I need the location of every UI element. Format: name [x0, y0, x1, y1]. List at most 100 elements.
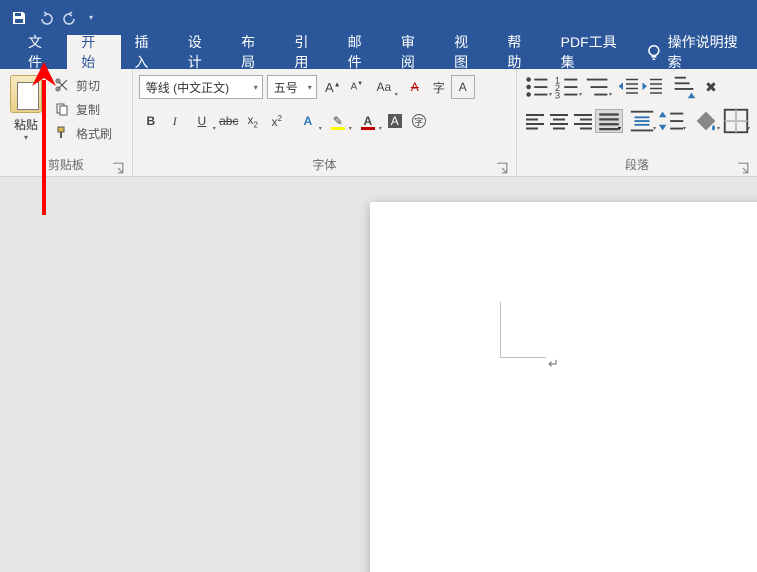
align-center-icon	[547, 109, 571, 133]
char-shading-button[interactable]: A	[383, 109, 407, 133]
font-group-label: 字体	[312, 158, 336, 172]
shrink-font-icon: A▼	[350, 81, 363, 92]
document-canvas[interactable]: ↵	[0, 177, 757, 572]
change-case-button[interactable]: Aa▾	[369, 75, 399, 99]
numbering-button[interactable]: 123▾	[553, 75, 583, 99]
pilcrow-icon: ✖	[705, 79, 717, 96]
font-color-icon: A	[363, 114, 372, 128]
qat-customize-button[interactable]: ▾	[84, 5, 98, 31]
shrink-font-button[interactable]: A▼	[345, 75, 369, 99]
quick-access-toolbar: ▾	[0, 0, 757, 35]
tab-references[interactable]: 引用	[280, 35, 333, 69]
tab-layout[interactable]: 布局	[227, 35, 280, 69]
tab-home[interactable]: 开始	[67, 35, 120, 69]
enclose-char-button[interactable]: 字	[407, 109, 431, 133]
text-effects-icon: A	[303, 114, 312, 128]
paste-label: 粘贴	[14, 116, 38, 133]
cut-button[interactable]: 剪切	[50, 73, 116, 97]
tab-insert[interactable]: 插入	[121, 35, 174, 69]
save-icon	[11, 10, 27, 26]
show-paragraph-marks-button[interactable]: ✖	[699, 75, 723, 99]
dialog-launcher-icon[interactable]	[737, 162, 749, 174]
underline-icon: U	[197, 114, 206, 128]
undo-icon	[37, 10, 53, 26]
distribute-button[interactable]: ▾	[627, 109, 657, 133]
paste-button[interactable]: 粘贴 ▾	[6, 73, 46, 156]
ribbon-tabs: 文件 开始 插入 设计 布局 引用 邮件 审阅 视图 帮助 PDF工具集 操作说…	[0, 35, 757, 69]
strikethrough-button[interactable]: abc	[217, 109, 241, 133]
increase-indent-icon	[641, 75, 665, 99]
font-name-value: 等线 (中文正文)	[146, 79, 229, 96]
dialog-launcher-icon[interactable]	[112, 162, 124, 174]
character-width-icon: 字	[433, 79, 445, 96]
page-margin-marker	[500, 302, 546, 358]
bold-button[interactable]: B	[139, 109, 163, 133]
chevron-down-icon: ▾	[89, 13, 93, 22]
align-left-icon	[523, 109, 547, 133]
char-shading-icon: A	[388, 114, 402, 128]
phonetic-guide-icon: A	[411, 80, 419, 94]
enclose-char-icon: 字	[412, 114, 426, 128]
decrease-indent-button[interactable]	[617, 75, 641, 99]
tab-file[interactable]: 文件	[14, 35, 67, 69]
cut-label: 剪切	[76, 77, 100, 94]
tab-mailings[interactable]: 邮件	[334, 35, 387, 69]
shading-button[interactable]: ▾	[691, 109, 721, 133]
paintbrush-icon	[54, 125, 70, 141]
line-spacing-button[interactable]: ▾	[657, 109, 687, 133]
increase-indent-button[interactable]	[641, 75, 665, 99]
italic-icon: I	[173, 114, 177, 129]
align-center-button[interactable]	[547, 109, 571, 133]
subscript-icon: x2	[248, 113, 258, 129]
text-effects-button[interactable]: A▾	[293, 109, 323, 133]
align-left-button[interactable]	[523, 109, 547, 133]
character-shading-button[interactable]: 字	[427, 75, 451, 99]
superscript-button[interactable]: x2	[265, 109, 289, 133]
paragraph-mark: ↵	[548, 356, 559, 372]
redo-button[interactable]	[58, 5, 84, 31]
format-painter-label: 格式刷	[76, 125, 112, 142]
character-border-button[interactable]: A	[451, 75, 475, 99]
borders-button[interactable]: ▾	[721, 109, 751, 133]
font-color-button[interactable]: A▾	[353, 109, 383, 133]
font-name-combo[interactable]: 等线 (中文正文) ▾	[139, 75, 263, 99]
change-case-icon: Aa	[376, 80, 391, 94]
document-page[interactable]: ↵	[370, 202, 757, 572]
format-painter-button[interactable]: 格式刷	[50, 121, 116, 145]
tell-me-search[interactable]: 操作说明搜索	[638, 35, 757, 69]
ribbon: 粘贴 ▾ 剪切 复制 格式刷 剪贴板	[0, 69, 757, 177]
dialog-launcher-icon[interactable]	[496, 162, 508, 174]
sort-icon	[669, 72, 699, 102]
tab-review[interactable]: 审阅	[387, 35, 440, 69]
underline-button[interactable]: U▾	[187, 109, 217, 133]
copy-button[interactable]: 复制	[50, 97, 116, 121]
bullets-button[interactable]: ▾	[523, 75, 553, 99]
superscript-icon: x2	[272, 114, 282, 129]
tab-design[interactable]: 设计	[174, 35, 227, 69]
paste-icon	[10, 75, 42, 113]
undo-button[interactable]	[32, 5, 58, 31]
tab-pdf-tools[interactable]: PDF工具集	[547, 35, 638, 69]
clipboard-group-label: 剪贴板	[48, 158, 84, 172]
sort-button[interactable]	[669, 75, 699, 99]
justify-button[interactable]: ▾	[595, 109, 623, 133]
chevron-down-icon: ▾	[24, 133, 28, 142]
character-border-icon: A	[459, 80, 467, 94]
copy-label: 复制	[76, 101, 100, 118]
save-button[interactable]	[6, 5, 32, 31]
highlight-button[interactable]: ✎▾	[323, 109, 353, 133]
phonetic-guide-button[interactable]: A	[403, 75, 427, 99]
tell-me-label: 操作说明搜索	[668, 32, 743, 72]
multilevel-list-button[interactable]: ▾	[583, 75, 613, 99]
group-clipboard: 粘贴 ▾ 剪切 复制 格式刷 剪贴板	[0, 69, 133, 176]
tab-view[interactable]: 视图	[440, 35, 493, 69]
tab-help[interactable]: 帮助	[493, 35, 546, 69]
chevron-down-icon: ▾	[254, 83, 258, 92]
font-size-combo[interactable]: 五号 ▾	[267, 75, 317, 99]
subscript-button[interactable]: x2	[241, 109, 265, 133]
scissors-icon	[54, 77, 70, 93]
paragraph-group-label: 段落	[625, 158, 649, 172]
grow-font-button[interactable]: A▲	[321, 75, 345, 99]
align-right-button[interactable]	[571, 109, 595, 133]
italic-button[interactable]: I	[163, 109, 187, 133]
